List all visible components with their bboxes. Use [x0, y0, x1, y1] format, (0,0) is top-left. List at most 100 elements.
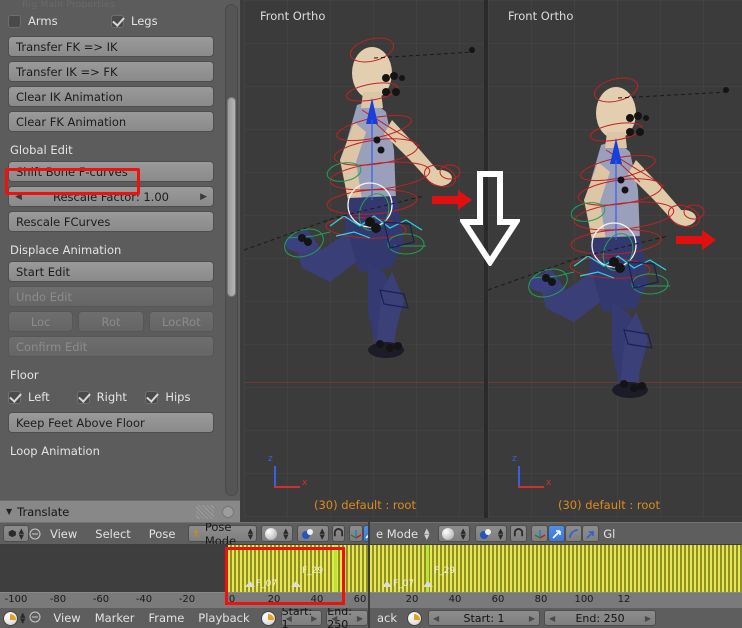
- menu-marker[interactable]: Marker: [88, 611, 142, 625]
- scale-manipulator-icon[interactable]: [582, 525, 599, 542]
- rigged-character-right: [488, 0, 742, 518]
- checkbox-hips-box[interactable]: [145, 391, 158, 404]
- field-right-arrow-icon[interactable]: ▶: [645, 614, 651, 623]
- confirm-edit-button[interactable]: Confirm Edit: [8, 336, 214, 357]
- viewport-right-view-label: Front Ortho: [508, 9, 573, 23]
- timeline-editor-icon[interactable]: [3, 611, 18, 626]
- rescale-fcurves-button[interactable]: Rescale FCurves: [8, 211, 214, 232]
- clear-fk-animation-button[interactable]: Clear FK Animation: [8, 111, 214, 132]
- solid-shading-icon: [265, 528, 277, 540]
- checkbox-legs-box[interactable]: [111, 15, 124, 28]
- manipulator-axis-icon[interactable]: [349, 525, 363, 542]
- field-right-arrow-icon[interactable]: ▶: [311, 614, 317, 623]
- field-right-arrow-icon[interactable]: ▶: [357, 614, 363, 623]
- keep-feet-above-floor-button[interactable]: Keep Feet Above Floor: [8, 412, 214, 433]
- minus-circle-icon[interactable]: [29, 611, 41, 626]
- solid-shading-icon: [442, 528, 454, 540]
- chevron-updown-icon[interactable]: ▲▼: [20, 612, 25, 624]
- field-left-arrow-icon[interactable]: ◀: [549, 614, 555, 623]
- dopesheet-right[interactable]: F_07 F_29 20 40 60 80 100 12: [370, 545, 742, 608]
- slider-right-arrow-icon[interactable]: ▶: [200, 192, 207, 202]
- editor-type-3d-view-icon[interactable]: ▲▼: [3, 525, 29, 542]
- dopesheet-left-ruler[interactable]: -100 -80 -60 -40 -20 0 20 40 60: [0, 592, 368, 608]
- undo-edit-button[interactable]: Undo Edit: [8, 286, 214, 307]
- checkbox-hips[interactable]: Hips: [145, 390, 214, 404]
- checkbox-left-box[interactable]: [8, 391, 21, 404]
- start-frame-field-right[interactable]: ◀ Start: 1 ▶: [428, 610, 540, 626]
- shading-selector-right[interactable]: ▲▼: [438, 525, 469, 542]
- menu-select[interactable]: Select: [86, 527, 139, 541]
- ruler-tick: 20: [406, 594, 419, 605]
- resize-grip-icon[interactable]: [196, 505, 214, 519]
- menu-frame[interactable]: Frame: [141, 611, 191, 625]
- shading-selector-left[interactable]: ▲▼: [261, 525, 292, 542]
- checkbox-arms[interactable]: Arms: [8, 14, 111, 28]
- snap-magnet-icon[interactable]: [332, 525, 345, 542]
- manipulator-axis-icon[interactable]: [531, 525, 548, 542]
- menu-view[interactable]: View: [46, 611, 87, 625]
- snap-magnet-icon[interactable]: [510, 525, 527, 542]
- viewport-left[interactable]: Front Ortho (30) default : root z x: [244, 0, 484, 518]
- marker-triangle-icon[interactable]: [245, 581, 255, 587]
- rescale-factor-slider[interactable]: ◀ Rescale Factor: 1.00 ▶: [8, 186, 214, 207]
- checkbox-left[interactable]: Left: [8, 390, 77, 404]
- shift-bone-fcurves-button[interactable]: Shift Bone F-curves: [8, 161, 214, 182]
- field-left-arrow-icon[interactable]: ◀: [331, 614, 337, 623]
- clear-ik-animation-button[interactable]: Clear IK Animation: [8, 86, 214, 107]
- marker-triangle-icon[interactable]: [423, 581, 433, 587]
- mode-selector-right[interactable]: e Mode ▲▼: [373, 525, 432, 542]
- panel-corner-knob-icon[interactable]: [222, 506, 234, 518]
- start-edit-button[interactable]: Start Edit: [8, 261, 214, 282]
- pivot-selector-right[interactable]: ▲▼: [475, 525, 507, 542]
- tool-panel-scrollbar[interactable]: [225, 4, 238, 496]
- chevron-updown-icon[interactable]: ▲▼: [248, 528, 253, 540]
- locrot-button[interactable]: LocRot: [149, 311, 214, 332]
- checkbox-right-box[interactable]: [77, 391, 90, 404]
- marker-triangle-icon[interactable]: [291, 581, 301, 587]
- menu-playback[interactable]: Playback: [191, 611, 256, 625]
- checkbox-arms-box[interactable]: [8, 15, 21, 28]
- minus-circle-icon[interactable]: [29, 525, 41, 542]
- chevron-updown-icon[interactable]: ▲▼: [320, 528, 325, 540]
- orientation-label-right[interactable]: Gl: [599, 527, 619, 541]
- dopesheet-left[interactable]: F_07 F_29 -100 -80 -60 -40 -20 0 20 40 6…: [0, 545, 368, 608]
- field-right-arrow-icon[interactable]: ▶: [529, 614, 535, 623]
- operator-panel-translate[interactable]: ▼ Translate: [0, 500, 240, 522]
- menu-playback-truncated[interactable]: ack: [373, 611, 401, 625]
- checkbox-right[interactable]: Right: [77, 390, 146, 404]
- loc-button[interactable]: Loc: [8, 311, 73, 332]
- chevron-updown-icon[interactable]: ▲▼: [283, 528, 288, 540]
- chevron-updown-icon[interactable]: ▲▼: [498, 528, 503, 540]
- marker-triangle-icon[interactable]: [382, 581, 392, 587]
- start-frame-field-left[interactable]: ◀ Start: 1 ▶: [281, 610, 323, 626]
- triangle-down-icon[interactable]: ▼: [6, 507, 12, 516]
- field-left-arrow-icon[interactable]: ◀: [286, 614, 292, 623]
- field-left-arrow-icon[interactable]: ◀: [433, 614, 439, 623]
- ruler-tick: 40: [311, 594, 324, 605]
- end-frame-field-left[interactable]: ◀ End: 250 ▶: [326, 610, 368, 626]
- annotation-down-arrow-icon: [460, 170, 520, 266]
- transfer-fk-to-ik-button[interactable]: Transfer FK => IK: [8, 36, 214, 57]
- sync-clock-icon[interactable]: [261, 611, 276, 626]
- sync-clock-icon[interactable]: [407, 611, 422, 626]
- chevron-updown-icon[interactable]: ▲▼: [424, 528, 429, 540]
- menu-pose[interactable]: Pose: [140, 527, 185, 541]
- slider-left-arrow-icon[interactable]: ◀: [15, 192, 22, 202]
- translate-manipulator-icon[interactable]: [363, 525, 368, 542]
- rot-button[interactable]: Rot: [78, 311, 143, 332]
- viewport-right[interactable]: Front Ortho (30) default : root z x: [488, 0, 742, 518]
- mode-selector-left[interactable]: Pose Mode ▲▼: [188, 525, 257, 542]
- axis-x-bar: [274, 486, 300, 488]
- dopesheet-right-ruler[interactable]: 20 40 60 80 100 12: [370, 592, 742, 608]
- translate-manipulator-icon[interactable]: [548, 525, 565, 542]
- chevron-updown-icon[interactable]: ▲▼: [460, 528, 465, 540]
- transfer-ik-to-fk-button[interactable]: Transfer IK => FK: [8, 61, 214, 82]
- tool-panel-scrollbar-thumb[interactable]: [227, 97, 236, 297]
- menu-view[interactable]: View: [41, 527, 86, 541]
- chevron-updown-icon[interactable]: ▲▼: [19, 528, 24, 540]
- pivot-selector-left[interactable]: ▲▼: [297, 525, 329, 542]
- end-frame-field-right[interactable]: ◀ End: 250 ▶: [544, 610, 656, 626]
- checkbox-legs[interactable]: Legs: [111, 14, 214, 28]
- rotate-manipulator-icon[interactable]: [565, 525, 582, 542]
- rigged-character-left: [244, 0, 484, 518]
